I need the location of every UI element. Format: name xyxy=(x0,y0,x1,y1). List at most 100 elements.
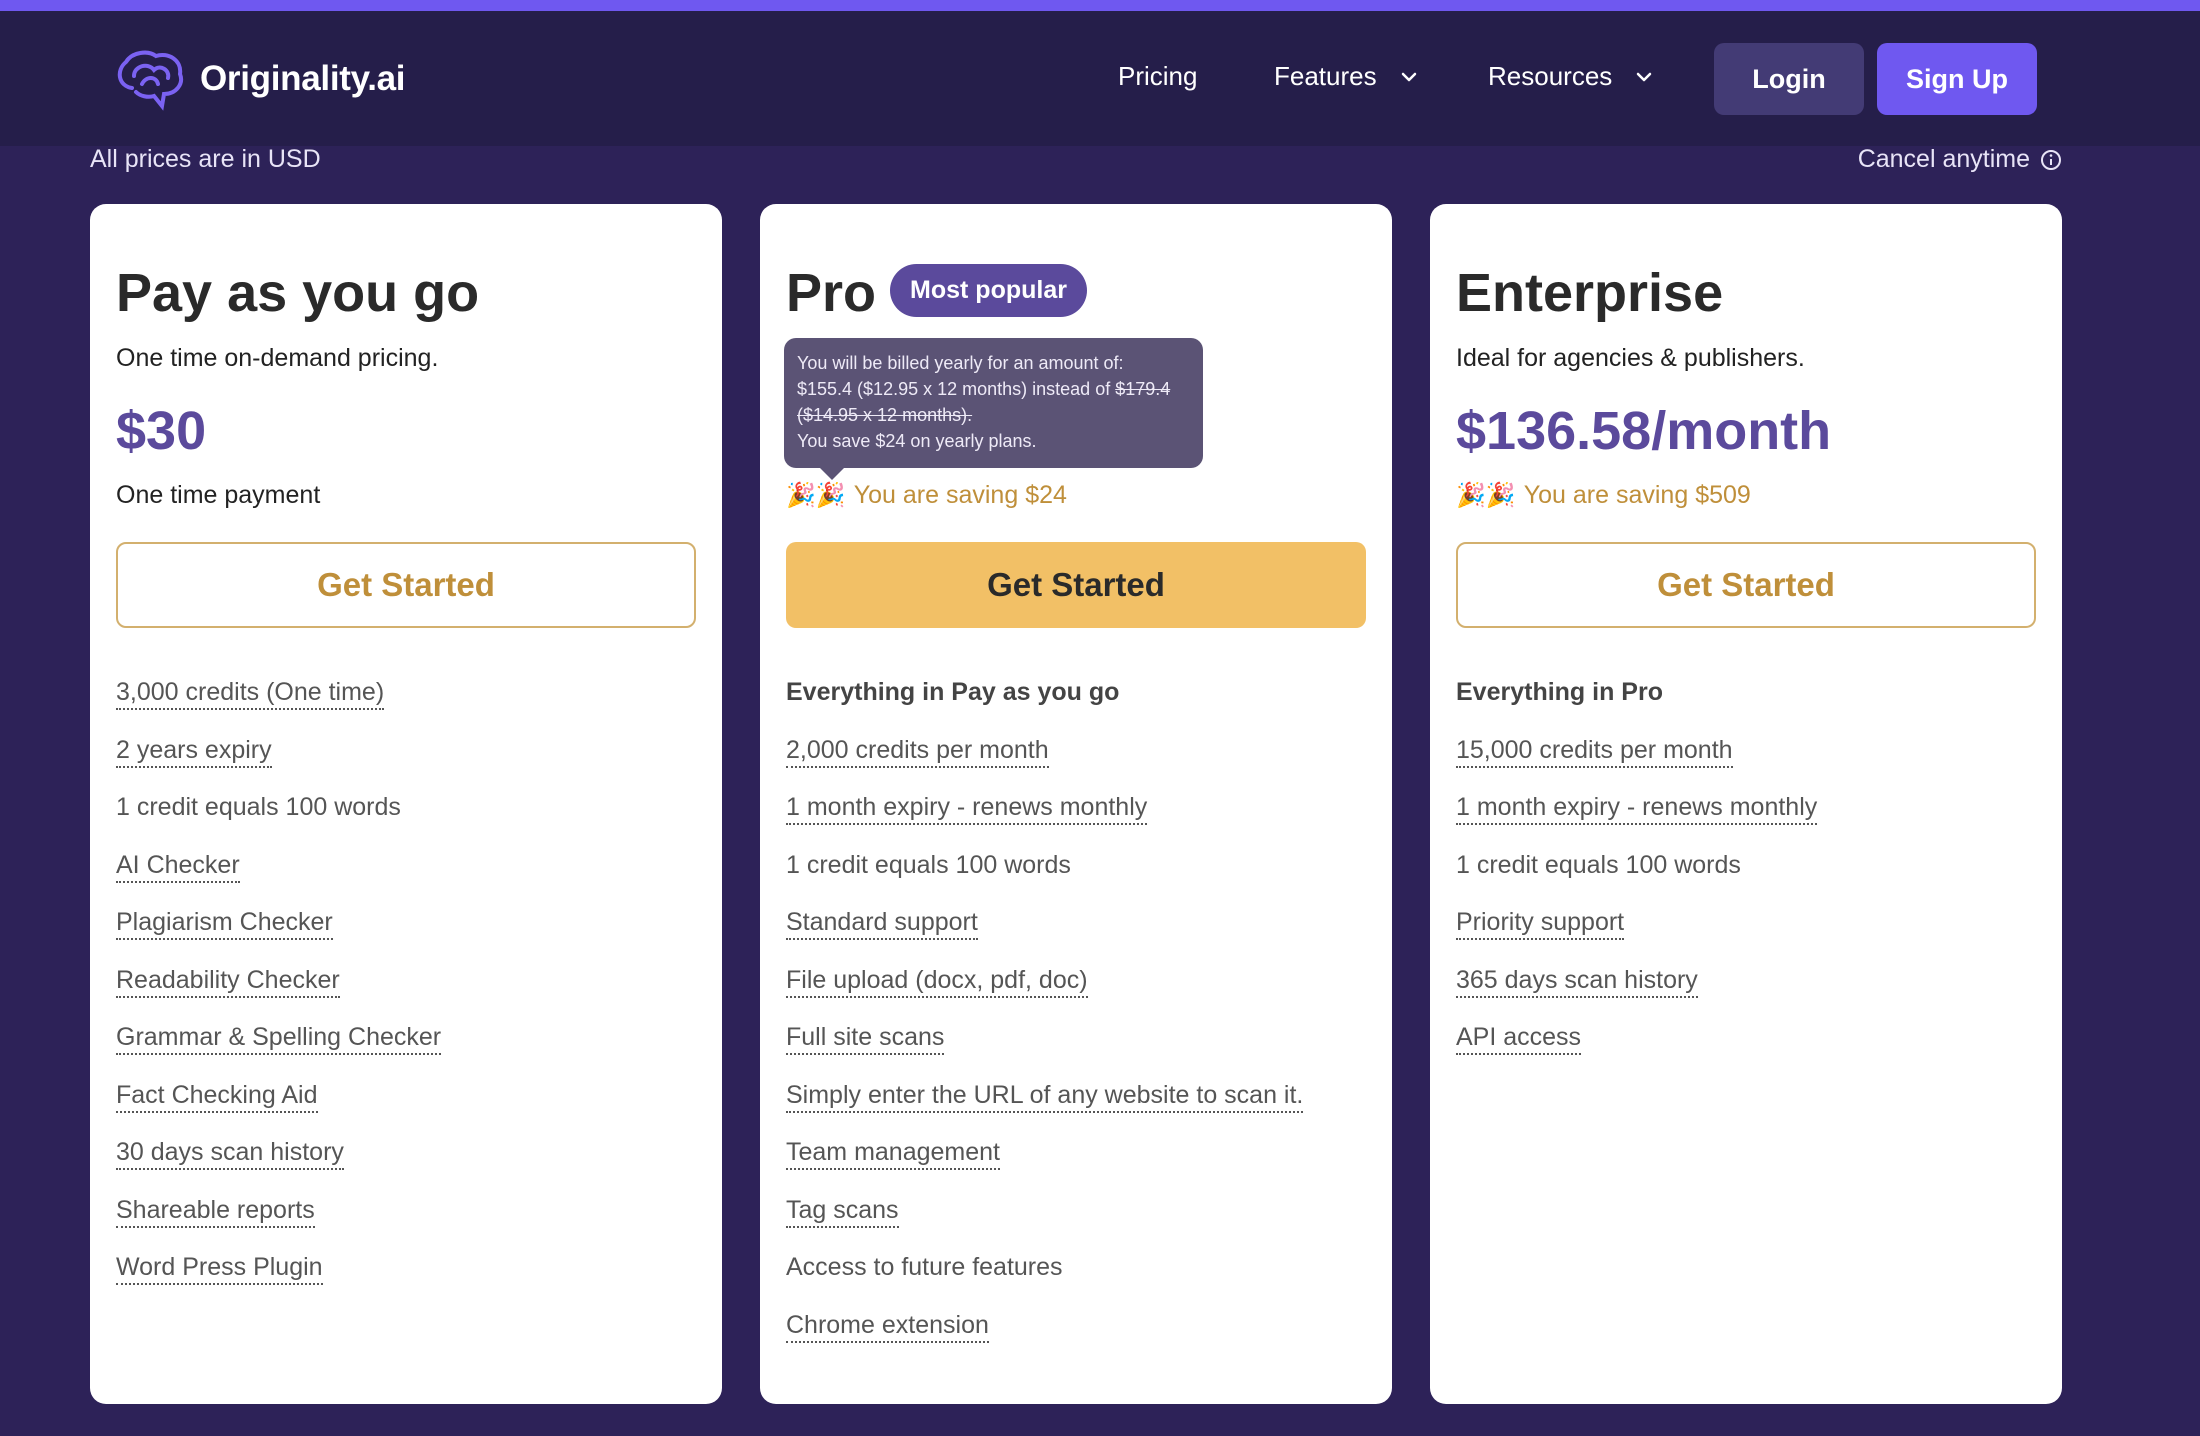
feature-item[interactable]: File upload (docx, pdf, doc) xyxy=(786,962,1303,1020)
feature-text: 3,000 credits (One time) xyxy=(116,676,385,710)
feature-text: 15,000 credits per month xyxy=(1456,734,1733,768)
feature-text: 1 credit equals 100 words xyxy=(1456,850,1741,879)
tooltip-strike-price: $179.4 xyxy=(1115,379,1171,399)
saving-text: You are saving $24 xyxy=(853,481,1067,509)
get-started-button[interactable]: Get Started xyxy=(116,542,696,628)
nav-pricing[interactable]: Pricing xyxy=(1118,61,1197,92)
feature-item: 1 credit equals 100 words xyxy=(1456,847,1817,905)
feature-item[interactable]: 30 days scan history xyxy=(116,1134,441,1192)
feature-text: Priority support xyxy=(1456,906,1625,940)
prices-currency-note: All prices are in USD xyxy=(90,145,321,173)
nav-features[interactable]: Features xyxy=(1274,61,1419,92)
feature-text: Team management xyxy=(786,1136,1001,1170)
info-circle-icon[interactable] xyxy=(2040,149,2062,171)
feature-item[interactable]: 1 month expiry - renews monthly xyxy=(786,789,1303,847)
feature-list: Everything in Pro 15,000 credits per mon… xyxy=(1456,674,1818,1077)
party-popper-icon: 🎉🎉 xyxy=(1456,482,1516,509)
plan-card-enterprise: Enterprise Ideal for agencies & publishe… xyxy=(1430,204,2062,1404)
plan-price-note: One time payment xyxy=(116,481,321,509)
feature-text: AI Checker xyxy=(116,849,240,883)
feature-item[interactable]: Full site scans xyxy=(786,1019,1303,1077)
yearly-billing-tooltip: You will be billed yearly for an amount … xyxy=(784,338,1203,480)
feature-text: 30 days scan history xyxy=(116,1136,344,1170)
features-heading: Everything in Pay as you go xyxy=(786,674,1303,732)
feature-item[interactable]: 2,000 credits per month xyxy=(786,732,1303,790)
feature-item: 1 credit equals 100 words xyxy=(116,789,441,847)
feature-text: 1 credit equals 100 words xyxy=(786,850,1071,879)
feature-text: API access xyxy=(1456,1021,1582,1055)
feature-item[interactable]: Plagiarism Checker xyxy=(116,904,441,962)
feature-text: Readability Checker xyxy=(116,964,340,998)
feature-text: Plagiarism Checker xyxy=(116,906,333,940)
feature-item[interactable]: Fact Checking Aid xyxy=(116,1077,441,1135)
saving-text: You are saving $509 xyxy=(1523,481,1751,509)
plan-subtitle: Ideal for agencies & publishers. xyxy=(1456,344,1805,372)
tooltip-arrow xyxy=(820,468,844,480)
chevron-down-icon xyxy=(1637,72,1652,81)
feature-text: 1 credit equals 100 words xyxy=(116,793,401,821)
feature-item[interactable]: Grammar & Spelling Checker xyxy=(116,1019,442,1077)
feature-text: File upload (docx, pdf, doc) xyxy=(786,964,1088,998)
feature-item[interactable]: Word Press Plugin xyxy=(116,1249,441,1307)
plan-price: $30 xyxy=(116,401,207,461)
cancel-anytime-label: Cancel anytime xyxy=(1857,145,2030,173)
brand-logo[interactable]: Originality.ai xyxy=(112,46,406,112)
feature-text: Simply enter the URL of any website to s… xyxy=(786,1079,1304,1113)
feature-item[interactable]: 3,000 credits (One time) xyxy=(116,674,441,732)
navbar: Originality.ai Pricing Features Resource… xyxy=(0,11,2200,146)
party-popper-icon: 🎉🎉 xyxy=(786,482,846,509)
plan-title: Enterprise xyxy=(1456,262,1723,324)
feature-item[interactable]: Team management xyxy=(786,1134,1303,1192)
feature-text: 1 month expiry - renews monthly xyxy=(786,791,1148,825)
get-started-button[interactable]: Get Started xyxy=(786,542,1366,628)
feature-text: 1 month expiry - renews monthly xyxy=(1456,791,1818,825)
feature-item: 1 credit equals 100 words xyxy=(786,847,1303,905)
feature-item[interactable]: Priority support xyxy=(1456,904,1817,962)
feature-item[interactable]: API access xyxy=(1456,1019,1817,1077)
feature-item[interactable]: Tag scans xyxy=(786,1192,1303,1250)
tooltip-text: $155.4 ($12.95 x 12 months) instead of xyxy=(797,379,1116,399)
features-heading-text: Everything in Pro xyxy=(1456,678,1663,706)
feature-text: Access to future features xyxy=(786,1253,1063,1281)
plan-title-text: Enterprise xyxy=(1456,263,1724,323)
feature-text: Shareable reports xyxy=(116,1194,315,1228)
feature-item[interactable]: 2 years expiry xyxy=(116,732,441,790)
feature-text: Tag scans xyxy=(786,1194,899,1228)
feature-list: Everything in Pay as you go 2,000 credit… xyxy=(786,674,1304,1365)
saving-note: 🎉🎉 You are saving $24 xyxy=(786,481,1067,510)
plan-price: $136.58/month xyxy=(1456,401,1832,461)
tooltip-line: You save $24 on yearly plans. xyxy=(797,431,1037,451)
saving-note: 🎉🎉 You are saving $509 xyxy=(1456,481,1751,510)
cancel-anytime[interactable]: Cancel anytime xyxy=(1858,145,2062,174)
feature-item[interactable]: AI Checker xyxy=(116,847,441,905)
feature-text: Chrome extension xyxy=(786,1309,989,1343)
tooltip-line: $155.4 ($12.95 x 12 months) instead of $… xyxy=(797,376,1190,402)
plan-title: Pay as you go xyxy=(116,262,479,324)
login-button[interactable]: Login xyxy=(1714,43,1864,115)
feature-text: 2 years expiry xyxy=(116,734,272,768)
feature-text: 2,000 credits per month xyxy=(786,734,1049,768)
feature-text: 365 days scan history xyxy=(1456,964,1698,998)
plan-subtitle: One time on-demand pricing. xyxy=(116,344,439,372)
feature-item[interactable]: 365 days scan history xyxy=(1456,962,1817,1020)
plan-title-text: Pay as you go xyxy=(116,263,480,323)
get-started-button[interactable]: Get Started xyxy=(1456,542,2036,628)
nav-features-label: Features xyxy=(1274,61,1377,91)
nav-resources-label: Resources xyxy=(1488,61,1613,91)
tooltip-line: You will be billed yearly for an amount … xyxy=(797,353,1124,373)
signup-button[interactable]: Sign Up xyxy=(1877,43,2037,115)
feature-item[interactable]: Shareable reports xyxy=(116,1192,441,1250)
feature-item[interactable]: 15,000 credits per month xyxy=(1456,732,1817,790)
nav-resources[interactable]: Resources xyxy=(1488,61,1654,92)
brain-logo-icon xyxy=(117,50,183,111)
tooltip-strike-line: ($14.95 x 12 months). xyxy=(797,405,973,425)
plan-card-pay-as-you-go: Pay as you go One time on-demand pricing… xyxy=(90,204,722,1404)
feature-item[interactable]: Simply enter the URL of any website to s… xyxy=(786,1077,1304,1135)
feature-item: Access to future features xyxy=(786,1249,1303,1307)
feature-item[interactable]: Readability Checker xyxy=(116,962,441,1020)
chevron-down-icon xyxy=(1401,72,1416,81)
feature-item[interactable]: 1 month expiry - renews monthly xyxy=(1456,789,1818,847)
feature-item[interactable]: Chrome extension xyxy=(786,1307,1303,1365)
features-heading: Everything in Pro xyxy=(1456,674,1817,732)
feature-item[interactable]: Standard support xyxy=(786,904,1303,962)
